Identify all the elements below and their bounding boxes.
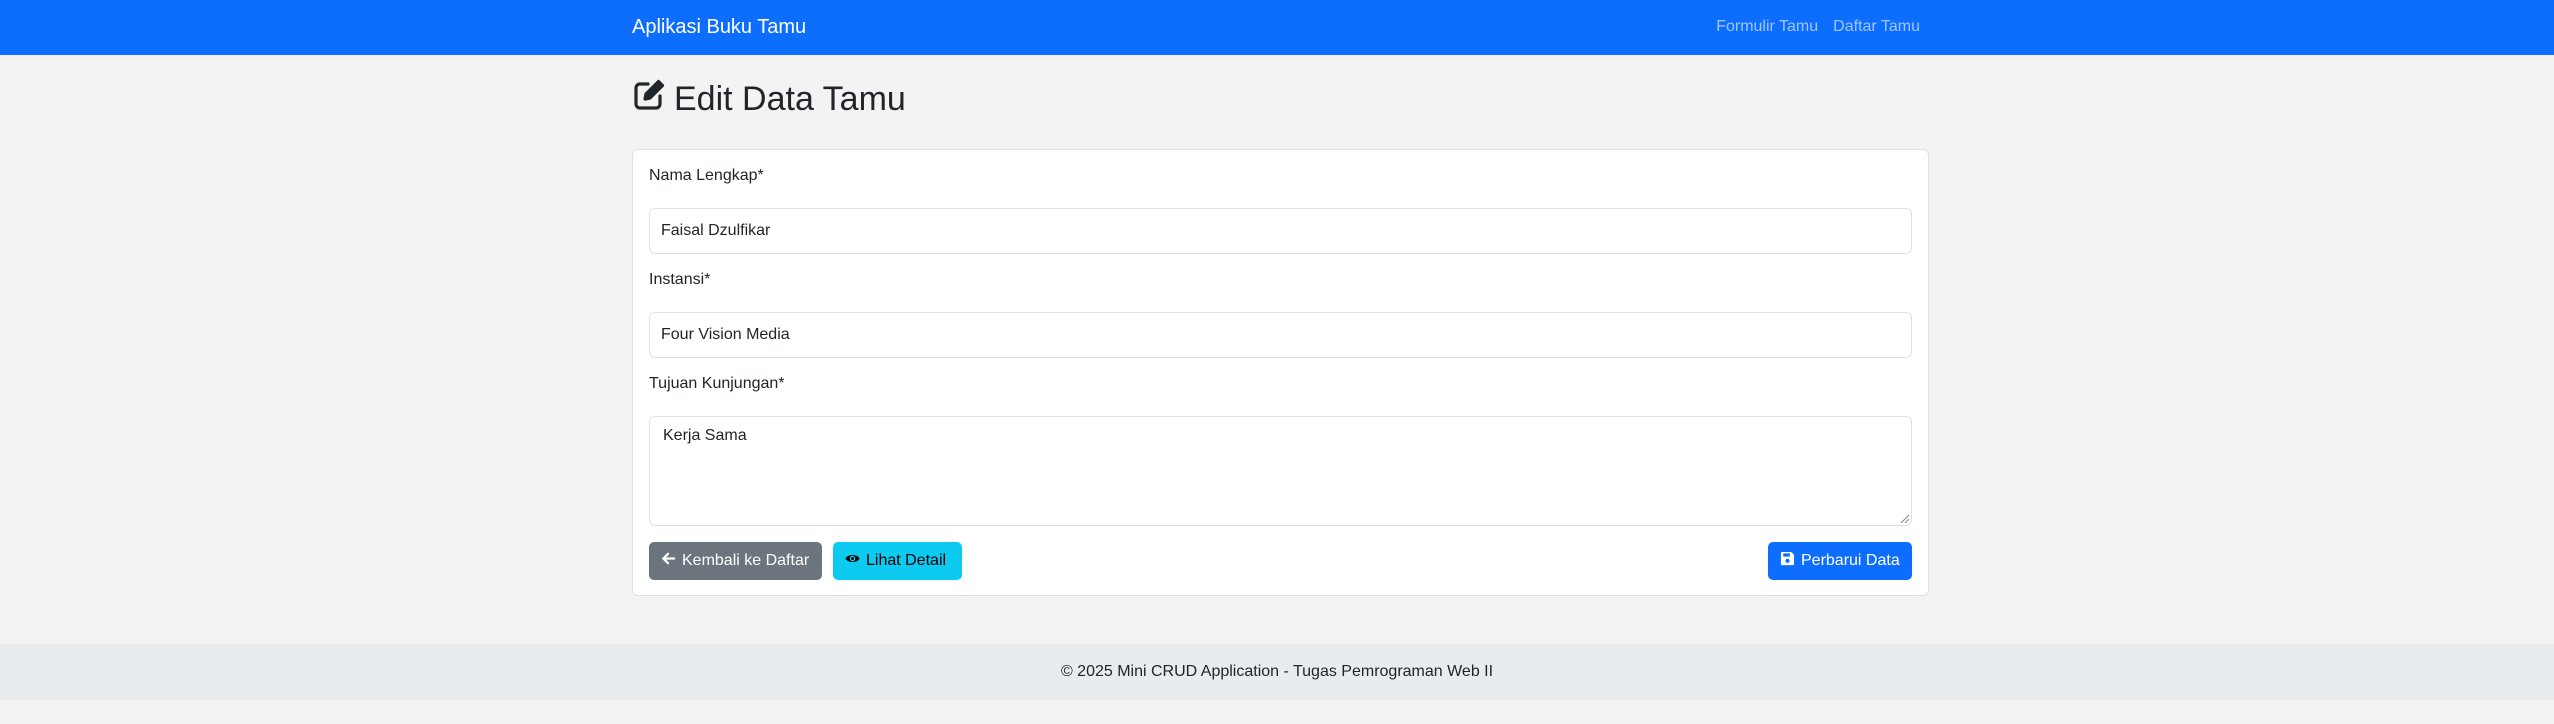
tujuan-textarea[interactable]: Kerja Sama xyxy=(649,416,1912,526)
edit-form-card: Nama Lengkap* Faisal Dzulfikar Instansi*… xyxy=(632,149,1929,596)
instansi-label: Instansi* xyxy=(649,271,711,288)
save-icon xyxy=(1780,551,1795,571)
nav-links: Formulir Tamu Daftar Tamu xyxy=(1716,18,1920,36)
eye-icon xyxy=(845,551,860,571)
footer-text: © 2025 Mini CRUD Application - Tugas Pem… xyxy=(1060,663,1494,680)
arrow-left-icon xyxy=(661,551,676,571)
nama-input[interactable]: Faisal Dzulfikar xyxy=(649,208,1912,254)
navbar-brand[interactable]: Aplikasi Buku Tamu xyxy=(632,16,806,39)
back-button-label: Kembali ke Daftar xyxy=(682,552,810,569)
page-title-text: Edit Data Tamu xyxy=(674,80,906,118)
tujuan-label: Tujuan Kunjungan* xyxy=(649,375,785,392)
update-data-button[interactable]: Perbarui Data xyxy=(1768,542,1912,580)
navbar: Aplikasi Buku Tamu Formulir Tamu Daftar … xyxy=(0,0,2554,55)
back-to-list-button[interactable]: Kembali ke Daftar xyxy=(649,542,822,580)
instansi-input-value: Four Vision Media xyxy=(661,326,790,343)
resize-grip-icon[interactable] xyxy=(1900,514,1909,523)
page-title: Edit Data Tamu xyxy=(632,78,906,121)
instansi-input[interactable]: Four Vision Media xyxy=(649,312,1912,358)
nav-link-daftar-tamu[interactable]: Daftar Tamu xyxy=(1833,18,1920,36)
edit-icon xyxy=(632,78,666,121)
nama-label: Nama Lengkap* xyxy=(649,167,764,184)
footer: © 2025 Mini CRUD Application - Tugas Pem… xyxy=(0,644,2554,700)
update-button-label: Perbarui Data xyxy=(1801,552,1900,569)
detail-button-label: Lihat Detail xyxy=(866,552,947,569)
nav-link-formulir-tamu[interactable]: Formulir Tamu xyxy=(1716,18,1818,36)
tujuan-textarea-value: Kerja Sama xyxy=(663,427,747,444)
view-detail-button[interactable]: Lihat Detail xyxy=(833,542,962,580)
nama-input-value: Faisal Dzulfikar xyxy=(661,222,771,239)
